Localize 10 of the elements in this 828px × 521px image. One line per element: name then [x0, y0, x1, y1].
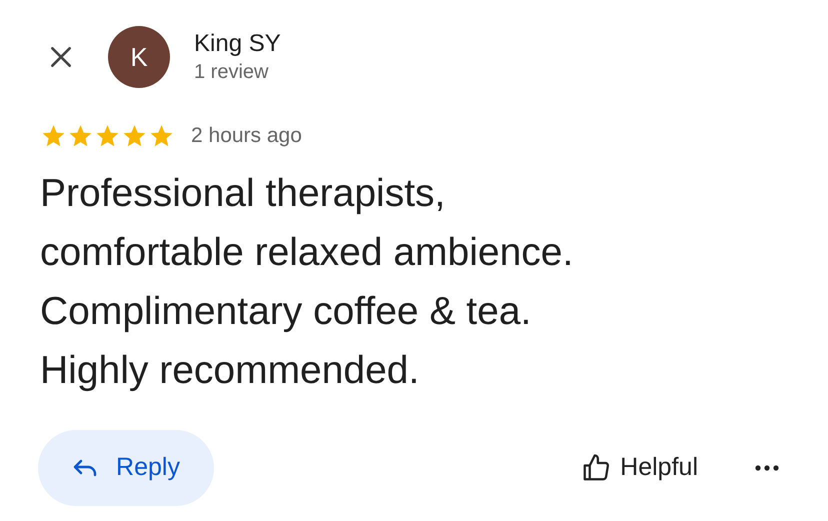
more-icon — [755, 464, 779, 470]
avatar: K — [108, 26, 170, 88]
reply-icon — [72, 458, 98, 478]
review-time: 2 hours ago — [191, 123, 302, 149]
review-count: 1 review — [194, 60, 270, 85]
reviewer-name[interactable]: King SY — [194, 29, 281, 59]
helpful-button[interactable]: Helpful — [580, 448, 698, 486]
close-icon — [48, 44, 74, 70]
review-text: Professional therapists, comfortable relaxed ambience. Complimentary coffee & tea. Highly recommended. — [39, 170, 574, 394]
reply-button[interactable]: Reply — [38, 430, 214, 506]
